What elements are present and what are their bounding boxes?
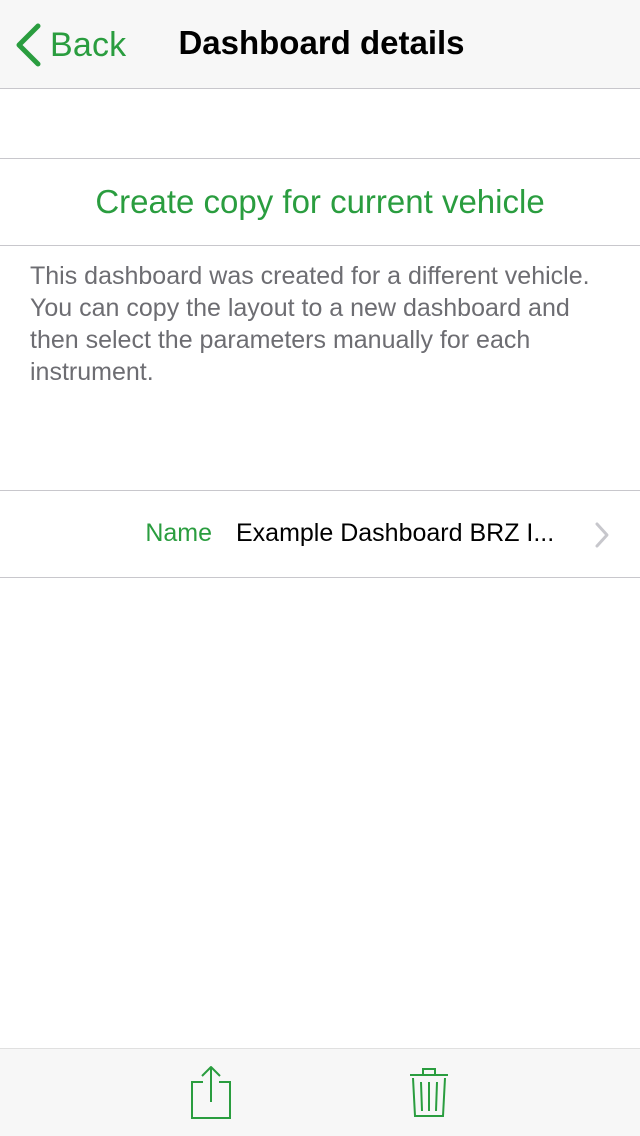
chevron-right-icon	[594, 521, 610, 554]
trash-icon	[408, 1068, 450, 1123]
share-button[interactable]	[190, 1065, 234, 1126]
share-icon	[190, 1066, 234, 1125]
create-copy-label: Create copy for current vehicle	[95, 183, 545, 220]
create-copy-button[interactable]: Create copy for current vehicle	[0, 158, 640, 246]
name-value: Example Dashboard BRZ I...	[236, 519, 555, 547]
bottom-toolbar	[0, 1048, 640, 1136]
name-label: Name	[145, 519, 212, 547]
info-line: This dashboard was created for a differe…	[30, 262, 590, 290]
page-title: Dashboard details	[178, 24, 465, 61]
info-line: You can copy the layout to a new dashboa…	[30, 294, 570, 386]
name-row[interactable]: Name Example Dashboard BRZ I...	[0, 490, 640, 578]
dashboard-details-screen: Back Dashboard details Create copy for c…	[0, 0, 640, 1136]
copy-info-text: This dashboard was created for a differe…	[30, 260, 590, 388]
navigation-bar: Back Dashboard details	[0, 0, 640, 89]
delete-button[interactable]	[408, 1065, 450, 1124]
